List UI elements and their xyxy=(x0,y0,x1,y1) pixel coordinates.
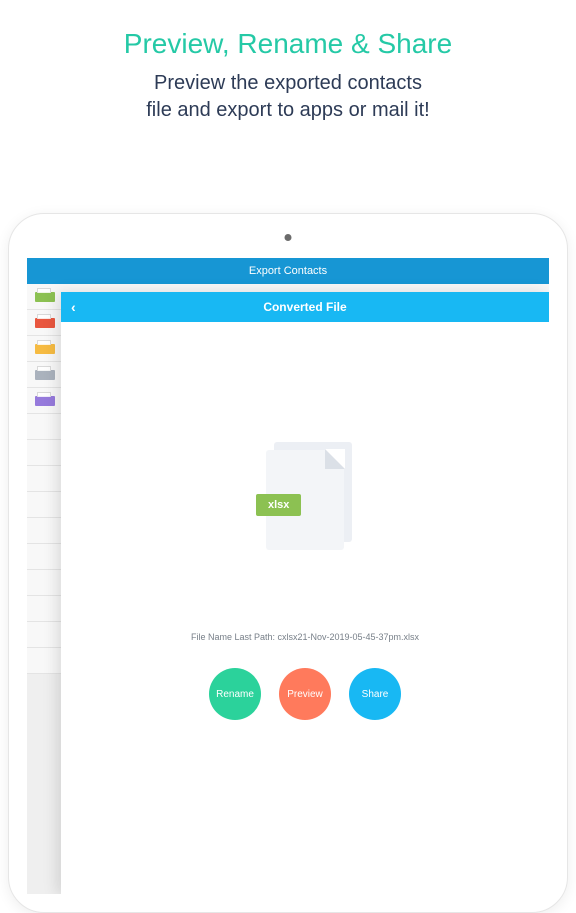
share-button[interactable]: Share xyxy=(349,668,401,720)
file-type-icon xyxy=(35,396,55,406)
promo-sub-line1: Preview the exported contacts xyxy=(154,72,422,94)
file-icon: xlsx xyxy=(260,442,350,552)
sheet-body: xlsx File Name Last Path: cxlsx21-Nov-20… xyxy=(61,322,549,894)
camera-dot xyxy=(285,234,292,241)
file-type-icon xyxy=(35,370,55,380)
preview-button[interactable]: Preview xyxy=(279,668,331,720)
promo-sub-line2: file and export to apps or mail it! xyxy=(146,99,429,121)
action-bar: Rename Preview Share xyxy=(209,668,401,720)
device-screen: Export Contacts › › › › › › xyxy=(27,258,549,894)
file-path-label: File Name Last Path: cxlsx21-Nov-2019-05… xyxy=(191,632,419,642)
file-type-icon xyxy=(35,318,55,328)
file-type-icon xyxy=(35,292,55,302)
tablet-frame: Export Contacts › › › › › › xyxy=(8,213,568,913)
underlay-title: Export Contacts xyxy=(249,265,327,277)
back-button[interactable]: ‹ xyxy=(71,300,76,314)
sheet-header: ‹ Converted File xyxy=(61,292,549,322)
rename-button[interactable]: Rename xyxy=(209,668,261,720)
promo-title: Preview, Rename & Share xyxy=(0,28,576,60)
underlay-header: Export Contacts xyxy=(27,258,549,284)
promo-subtitle: Preview the exported contacts file and e… xyxy=(0,70,576,124)
file-type-badge: xlsx xyxy=(256,494,301,516)
file-type-icon xyxy=(35,344,55,354)
page-fold-icon xyxy=(325,449,345,469)
converted-file-sheet: ‹ Converted File xlsx File Name Last Pat… xyxy=(61,292,549,894)
sheet-title: Converted File xyxy=(263,300,346,314)
